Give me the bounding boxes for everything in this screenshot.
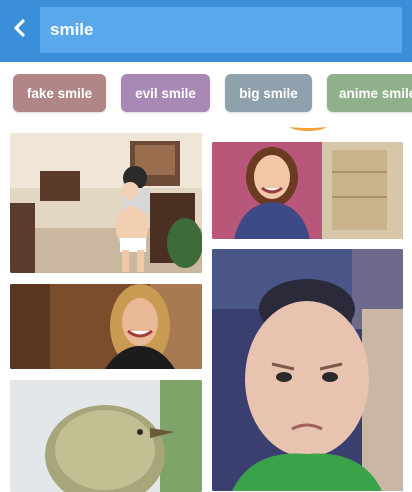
gif-smiling-girl[interactable] [212, 142, 403, 239]
chip-big-smile[interactable]: big smile [225, 74, 312, 112]
top-app-bar: smile [0, 0, 412, 62]
gif-grumpy-baby[interactable] [212, 249, 403, 491]
suggestion-chips: fake smile evil smile big smile anime sm… [0, 70, 412, 120]
back-button[interactable] [4, 10, 36, 50]
chip-evil-smile[interactable]: evil smile [121, 74, 210, 112]
gif-smiling-woman[interactable] [10, 284, 202, 369]
chip-fake-smile[interactable]: fake smile [13, 74, 106, 112]
search-input[interactable]: smile [40, 7, 402, 53]
chip-label: anime smile [339, 85, 412, 101]
chip-label: big smile [239, 85, 298, 101]
search-query-text: smile [50, 20, 94, 39]
chevron-left-icon [12, 18, 28, 43]
gif-fluffy-chick[interactable] [10, 380, 202, 492]
scroll-indicator [290, 122, 326, 131]
chip-anime-smile[interactable]: anime smile [327, 74, 412, 112]
chip-label: evil smile [135, 85, 196, 101]
gif-dancing-toddler[interactable] [10, 133, 202, 273]
chip-label: fake smile [26, 85, 93, 101]
